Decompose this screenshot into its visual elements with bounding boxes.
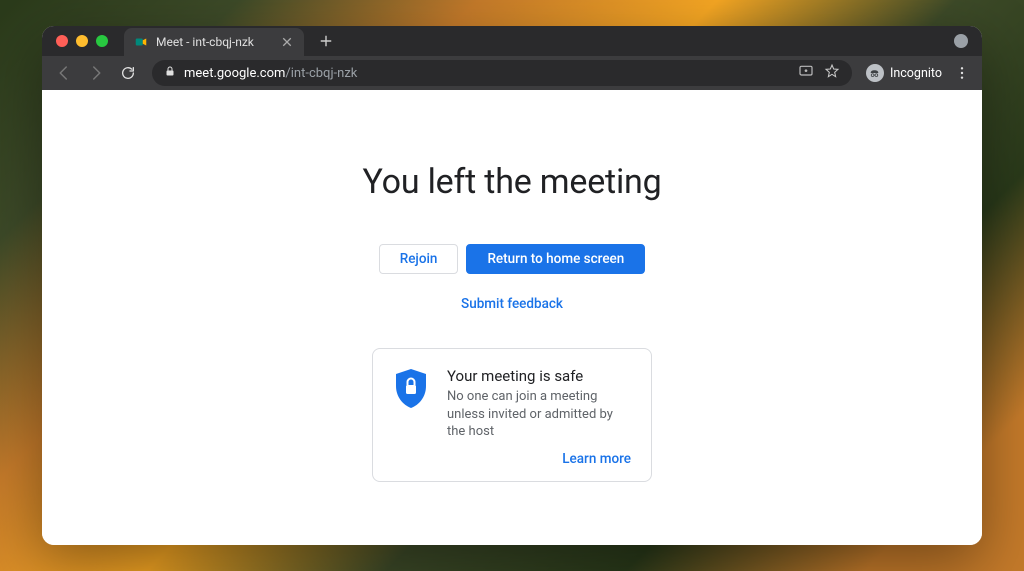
url-path: /int-cbqj-nzk bbox=[285, 66, 357, 81]
traffic-lights bbox=[56, 35, 108, 47]
safe-card-title: Your meeting is safe bbox=[447, 367, 631, 385]
navbar: meet.google.com/int-cbqj-nzk Incognito bbox=[42, 56, 982, 90]
tabs-row: Meet - int-cbqj-nzk bbox=[124, 26, 336, 56]
menu-button[interactable] bbox=[950, 61, 974, 85]
forward-button[interactable] bbox=[82, 59, 110, 87]
shield-icon bbox=[393, 367, 429, 441]
window-minimize-button[interactable] bbox=[76, 35, 88, 47]
rejoin-button[interactable]: Rejoin bbox=[379, 244, 459, 274]
browser-window: Meet - int-cbqj-nzk meet.googl bbox=[42, 26, 982, 545]
page-title: You left the meeting bbox=[362, 162, 661, 202]
url-text: meet.google.com/int-cbqj-nzk bbox=[184, 66, 357, 81]
browser-tab[interactable]: Meet - int-cbqj-nzk bbox=[124, 28, 304, 56]
tab-close-icon[interactable] bbox=[280, 35, 294, 49]
return-home-button[interactable]: Return to home screen bbox=[466, 244, 645, 274]
incognito-icon bbox=[866, 64, 884, 82]
meet-favicon-icon bbox=[134, 35, 148, 49]
window-maximize-button[interactable] bbox=[96, 35, 108, 47]
page-content: You left the meeting Rejoin Return to ho… bbox=[42, 90, 982, 545]
tab-title: Meet - int-cbqj-nzk bbox=[156, 35, 272, 49]
learn-more-link[interactable]: Learn more bbox=[562, 451, 631, 467]
safe-meeting-card: Your meeting is safe No one can join a m… bbox=[372, 348, 652, 482]
safe-card-description: No one can join a meeting unless invited… bbox=[447, 388, 631, 441]
new-tab-button[interactable] bbox=[316, 31, 336, 51]
profile-indicator-icon[interactable] bbox=[954, 34, 968, 48]
incognito-label: Incognito bbox=[890, 66, 942, 81]
lock-icon bbox=[164, 65, 176, 81]
window-close-button[interactable] bbox=[56, 35, 68, 47]
reload-button[interactable] bbox=[114, 59, 142, 87]
back-button[interactable] bbox=[50, 59, 78, 87]
titlebar: Meet - int-cbqj-nzk bbox=[42, 26, 982, 56]
install-icon[interactable] bbox=[798, 63, 814, 83]
url-domain: meet.google.com bbox=[184, 66, 285, 81]
address-bar[interactable]: meet.google.com/int-cbqj-nzk bbox=[152, 60, 852, 86]
incognito-badge[interactable]: Incognito bbox=[862, 61, 946, 85]
button-row: Rejoin Return to home screen bbox=[379, 244, 646, 274]
bookmark-star-icon[interactable] bbox=[824, 63, 840, 83]
submit-feedback-link[interactable]: Submit feedback bbox=[461, 296, 563, 312]
